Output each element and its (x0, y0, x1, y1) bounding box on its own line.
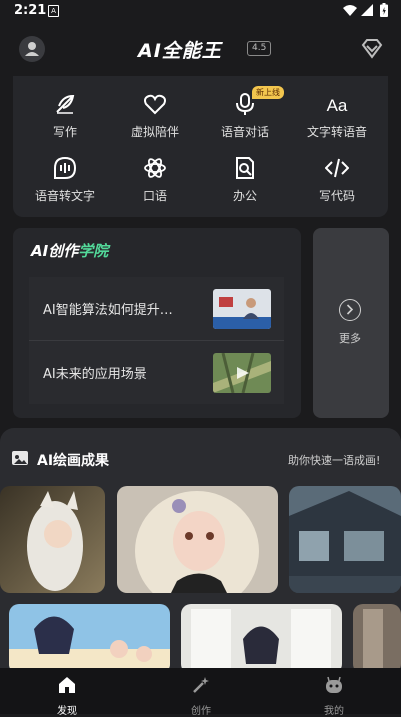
tool-label: 语音对话 (220, 125, 269, 139)
code-icon (325, 158, 349, 178)
gallery-image[interactable] (9, 604, 170, 674)
battery-icon (380, 3, 388, 17)
text-aa-icon: Aa (327, 96, 348, 115)
vip-diamond-icon[interactable] (361, 39, 383, 59)
tool-virtual-companion[interactable]: 虚拟陪伴 (110, 86, 200, 146)
course-title: AI未来的应用场景 (43, 367, 147, 382)
tool-speech-to-text[interactable]: 语音转文字 (20, 150, 110, 210)
tab-label: 创作 (191, 706, 211, 717)
tool-write-code[interactable]: 写代码 (292, 150, 382, 210)
gallery-image[interactable] (117, 486, 278, 593)
magic-wand-icon (193, 677, 209, 693)
academy-more-button[interactable] (313, 228, 389, 418)
chevron-right-icon (339, 299, 361, 321)
course-item[interactable]: AI未来的应用场景 (29, 341, 284, 404)
course-item[interactable]: AI智能算法如何提升… (29, 277, 284, 340)
gallery-title: AI绘画成果 (37, 453, 110, 469)
academy-title: AI创作学院 (31, 240, 108, 261)
more-label: 更多 (339, 332, 361, 345)
gallery-image[interactable] (289, 486, 401, 593)
tool-writing[interactable]: 写作 (20, 86, 110, 146)
tab-label: 发现 (57, 706, 77, 717)
pen-icon (56, 94, 75, 114)
image-icon (12, 451, 28, 465)
course-thumbnail (213, 353, 271, 393)
version-badge: 4.5 (247, 41, 272, 56)
app-logo: AI全能王 (138, 40, 222, 62)
robot-face-icon (326, 676, 342, 693)
tool-label: 文字转语音 (306, 125, 367, 139)
tool-label: 语音转文字 (34, 189, 95, 203)
academy-title-highlight: 学院 (78, 242, 109, 260)
tool-text-to-speech[interactable]: Aa 文字转语音 (292, 86, 382, 146)
gallery-image[interactable] (353, 604, 401, 674)
course-title: AI智能算法如何提升… (43, 303, 173, 318)
tool-label: 办公 (232, 189, 257, 203)
gallery-image[interactable] (0, 486, 105, 593)
atom-icon (144, 158, 166, 178)
user-avatar-button[interactable] (19, 36, 45, 62)
voice-wave-icon (54, 156, 77, 179)
status-time: 2:21 (14, 3, 47, 18)
status-bar: 2:21 A (0, 0, 401, 22)
new-badge: 新上线 (252, 86, 284, 99)
user-icon (25, 42, 39, 56)
course-thumbnail (213, 289, 271, 329)
wifi-icon (343, 5, 357, 16)
home-icon (59, 677, 75, 693)
tool-label: 虚拟陪伴 (130, 125, 179, 139)
gallery-image[interactable] (181, 604, 342, 674)
tool-label: 口语 (142, 189, 167, 203)
tool-office[interactable]: 办公 (200, 150, 290, 210)
signal-icon (361, 4, 373, 16)
tool-oral[interactable]: 口语 (110, 150, 200, 210)
tool-label: 写代码 (318, 189, 355, 203)
document-search-icon (236, 157, 254, 179)
tab-label: 我的 (324, 706, 344, 717)
academy-title-prefix: AI创作 (31, 242, 79, 260)
gallery-subtitle: 助你快速一语成画! (288, 454, 381, 467)
svg-text:Aa: Aa (327, 96, 348, 115)
notification-icon: A (48, 5, 59, 17)
tool-label: 写作 (52, 125, 77, 139)
heart-icon (144, 94, 166, 115)
